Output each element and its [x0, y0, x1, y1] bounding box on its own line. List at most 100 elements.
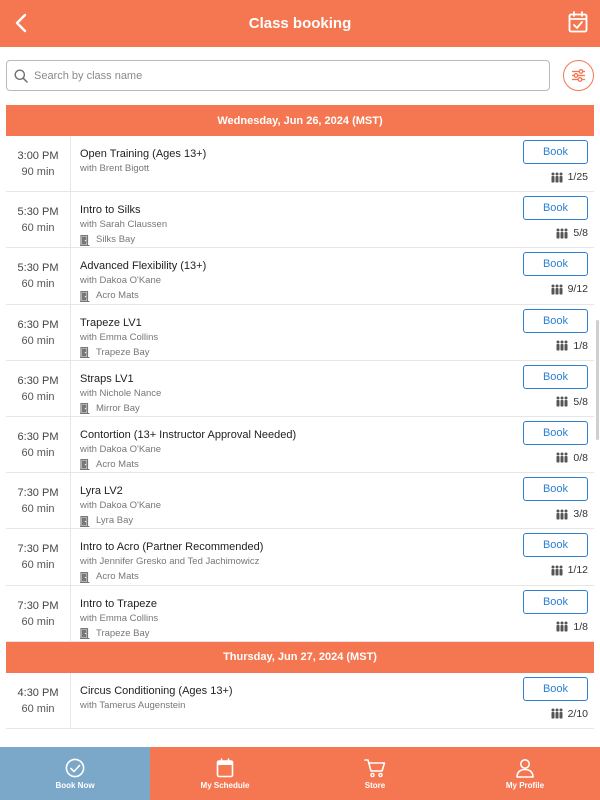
- people-icon: [551, 565, 563, 576]
- bottom-nav: Book Now My Schedule Store My Profile: [0, 747, 600, 800]
- book-button[interactable]: Book: [523, 533, 588, 558]
- people-icon: [556, 621, 568, 632]
- door-icon: [80, 459, 90, 471]
- class-row[interactable]: 3:00 PM 90 min Open Training (Ages 13+) wit…: [6, 136, 594, 193]
- calendar-check-icon: [568, 11, 588, 33]
- class-duration: 60 min: [21, 559, 55, 572]
- time-column: 7:30 PM 60 min: [6, 473, 71, 529]
- time-column: 7:30 PM 60 min: [6, 529, 71, 585]
- date-header: Thursday, Jun 27, 2024 (MST): [6, 641, 594, 673]
- room-name: Silks Bay: [96, 234, 136, 246]
- room-name: Mirror Bay: [96, 402, 140, 414]
- class-name: Circus Conditioning (Ages 13+): [80, 684, 233, 697]
- time-column: 7:30 PM 60 min: [6, 585, 71, 641]
- book-button[interactable]: Book: [523, 308, 588, 333]
- nav-tab-my-schedule[interactable]: My Schedule: [150, 747, 300, 800]
- class-time: 6:30 PM: [17, 374, 59, 387]
- capacity-value: 1/12: [567, 564, 588, 577]
- door-icon: [80, 571, 90, 583]
- class-instructor: with Emma Collins: [80, 612, 159, 624]
- class-row[interactable]: 6:30 PM 60 min Contortion (13+ Instructor …: [6, 416, 594, 474]
- door-icon: [80, 347, 90, 359]
- nav-tab-label: Store: [364, 780, 386, 790]
- class-room: Trapeze Bay: [80, 345, 480, 361]
- class-capacity: 0/8: [555, 452, 588, 464]
- people-icon: [556, 340, 568, 351]
- scrollbar-thumb[interactable]: [596, 320, 599, 440]
- class-duration: 60 min: [21, 446, 55, 459]
- time-column: 6:30 PM 60 min: [6, 360, 71, 416]
- capacity-value: 5/8: [573, 227, 588, 240]
- class-room: Acro Mats: [80, 288, 480, 304]
- sliders-icon: [572, 69, 585, 82]
- filter-button[interactable]: [563, 60, 594, 91]
- class-instructor: with Dakoa O'Kane: [80, 275, 162, 287]
- class-name: Lyra LV2: [80, 485, 123, 498]
- class-row[interactable]: 5:30 PM 60 min Intro to Silks with Sarah Cl…: [6, 192, 594, 249]
- capacity-value: 9/12: [567, 283, 588, 296]
- class-capacity: 3/8: [555, 508, 588, 520]
- date-header: Wednesday, Jun 26, 2024 (MST): [6, 105, 594, 136]
- class-row[interactable]: 6:30 PM 60 min Trapeze LV1 with Emma Collin…: [6, 304, 594, 361]
- user-icon: [516, 758, 534, 778]
- class-name: Contortion (13+ Instructor Approval Need…: [80, 428, 297, 441]
- people-icon: [551, 284, 563, 295]
- class-instructor: with Dakoa O'Kane: [80, 443, 162, 455]
- book-button[interactable]: Book: [523, 676, 588, 701]
- class-name: Open Training (Ages 13+): [80, 148, 207, 160]
- door-icon: [80, 234, 90, 246]
- class-capacity: 1/8: [555, 621, 588, 633]
- class-capacity: 5/8: [555, 396, 588, 408]
- class-row[interactable]: 7:30 PM 60 min Intro to Trapeze with Emma C…: [6, 585, 594, 642]
- class-info: Lyra LV2 with Dakoa O'Kane Lyra Bay: [80, 484, 480, 529]
- page-title: Class booking: [248, 15, 352, 32]
- class-room: Mirror Bay: [80, 401, 480, 417]
- book-button[interactable]: Book: [523, 420, 588, 445]
- class-row[interactable]: 7:30 PM 60 min Intro to Acro (Partner Reco…: [6, 529, 594, 586]
- class-row[interactable]: 5:30 PM 60 min Advanced Flexibility (13+) w…: [6, 248, 594, 305]
- class-info: Intro to Acro (Partner Recommended) with …: [80, 540, 480, 585]
- class-name: Advanced Flexibility (13+): [80, 260, 207, 273]
- class-list[interactable]: Wednesday, Jun 26, 2024 (MST) 3:00 PM 90 m…: [6, 105, 594, 747]
- class-row[interactable]: 4:30 PM 60 min Circus Conditioning (Ages 1…: [6, 672, 594, 729]
- book-button[interactable]: Book: [523, 477, 588, 502]
- search-input[interactable]: [34, 69, 514, 82]
- class-instructor: with Tamerus Augenstein: [80, 699, 186, 711]
- book-button[interactable]: Book: [523, 252, 588, 277]
- nav-tab-book-now[interactable]: Book Now: [0, 747, 150, 800]
- capacity-value: 3/8: [573, 508, 588, 521]
- calendar-icon: [216, 757, 234, 777]
- people-icon: [556, 452, 568, 463]
- top-bar: Class booking: [0, 0, 600, 47]
- search-icon: [14, 69, 28, 83]
- class-time: 3:00 PM: [17, 150, 59, 162]
- class-name: Intro to Trapeze: [80, 597, 158, 610]
- back-button[interactable]: [8, 10, 34, 36]
- search-box: [6, 60, 550, 91]
- nav-tab-store[interactable]: Store: [300, 747, 450, 800]
- class-instructor: with Brent Bigott: [80, 163, 150, 174]
- calendar-check-button[interactable]: [568, 11, 590, 35]
- time-column: 5:30 PM 60 min: [6, 248, 71, 304]
- time-column: 5:30 PM 60 min: [6, 192, 71, 248]
- door-icon: [80, 403, 90, 415]
- class-row[interactable]: 6:30 PM 60 min Straps LV1 with Nichole Nanc…: [6, 360, 594, 417]
- class-capacity: 2/10: [550, 708, 588, 720]
- class-time: 5:30 PM: [17, 262, 59, 275]
- book-button[interactable]: Book: [523, 364, 588, 389]
- class-name: Straps LV1: [80, 372, 134, 385]
- book-button[interactable]: Book: [523, 196, 588, 221]
- book-button[interactable]: Book: [523, 140, 588, 164]
- class-info: Intro to Trapeze with Emma Collins Trapeze…: [80, 597, 480, 642]
- class-time: 6:30 PM: [17, 430, 59, 443]
- book-button[interactable]: Book: [523, 589, 588, 614]
- nav-tab-my-profile[interactable]: My Profile: [450, 747, 600, 800]
- class-row[interactable]: 7:30 PM 60 min Lyra LV2 with Dakoa O'Kane Ly…: [6, 473, 594, 530]
- capacity-value: 2/10: [567, 707, 588, 720]
- room-name: Trapeze Bay: [96, 346, 150, 358]
- class-capacity: 1/8: [555, 340, 588, 352]
- cart-icon: [364, 758, 386, 777]
- capacity-value: 1/25: [567, 171, 588, 183]
- class-info: Advanced Flexibility (13+) with Dakoa O'K…: [80, 259, 480, 304]
- time-column: 6:30 PM 60 min: [6, 304, 71, 360]
